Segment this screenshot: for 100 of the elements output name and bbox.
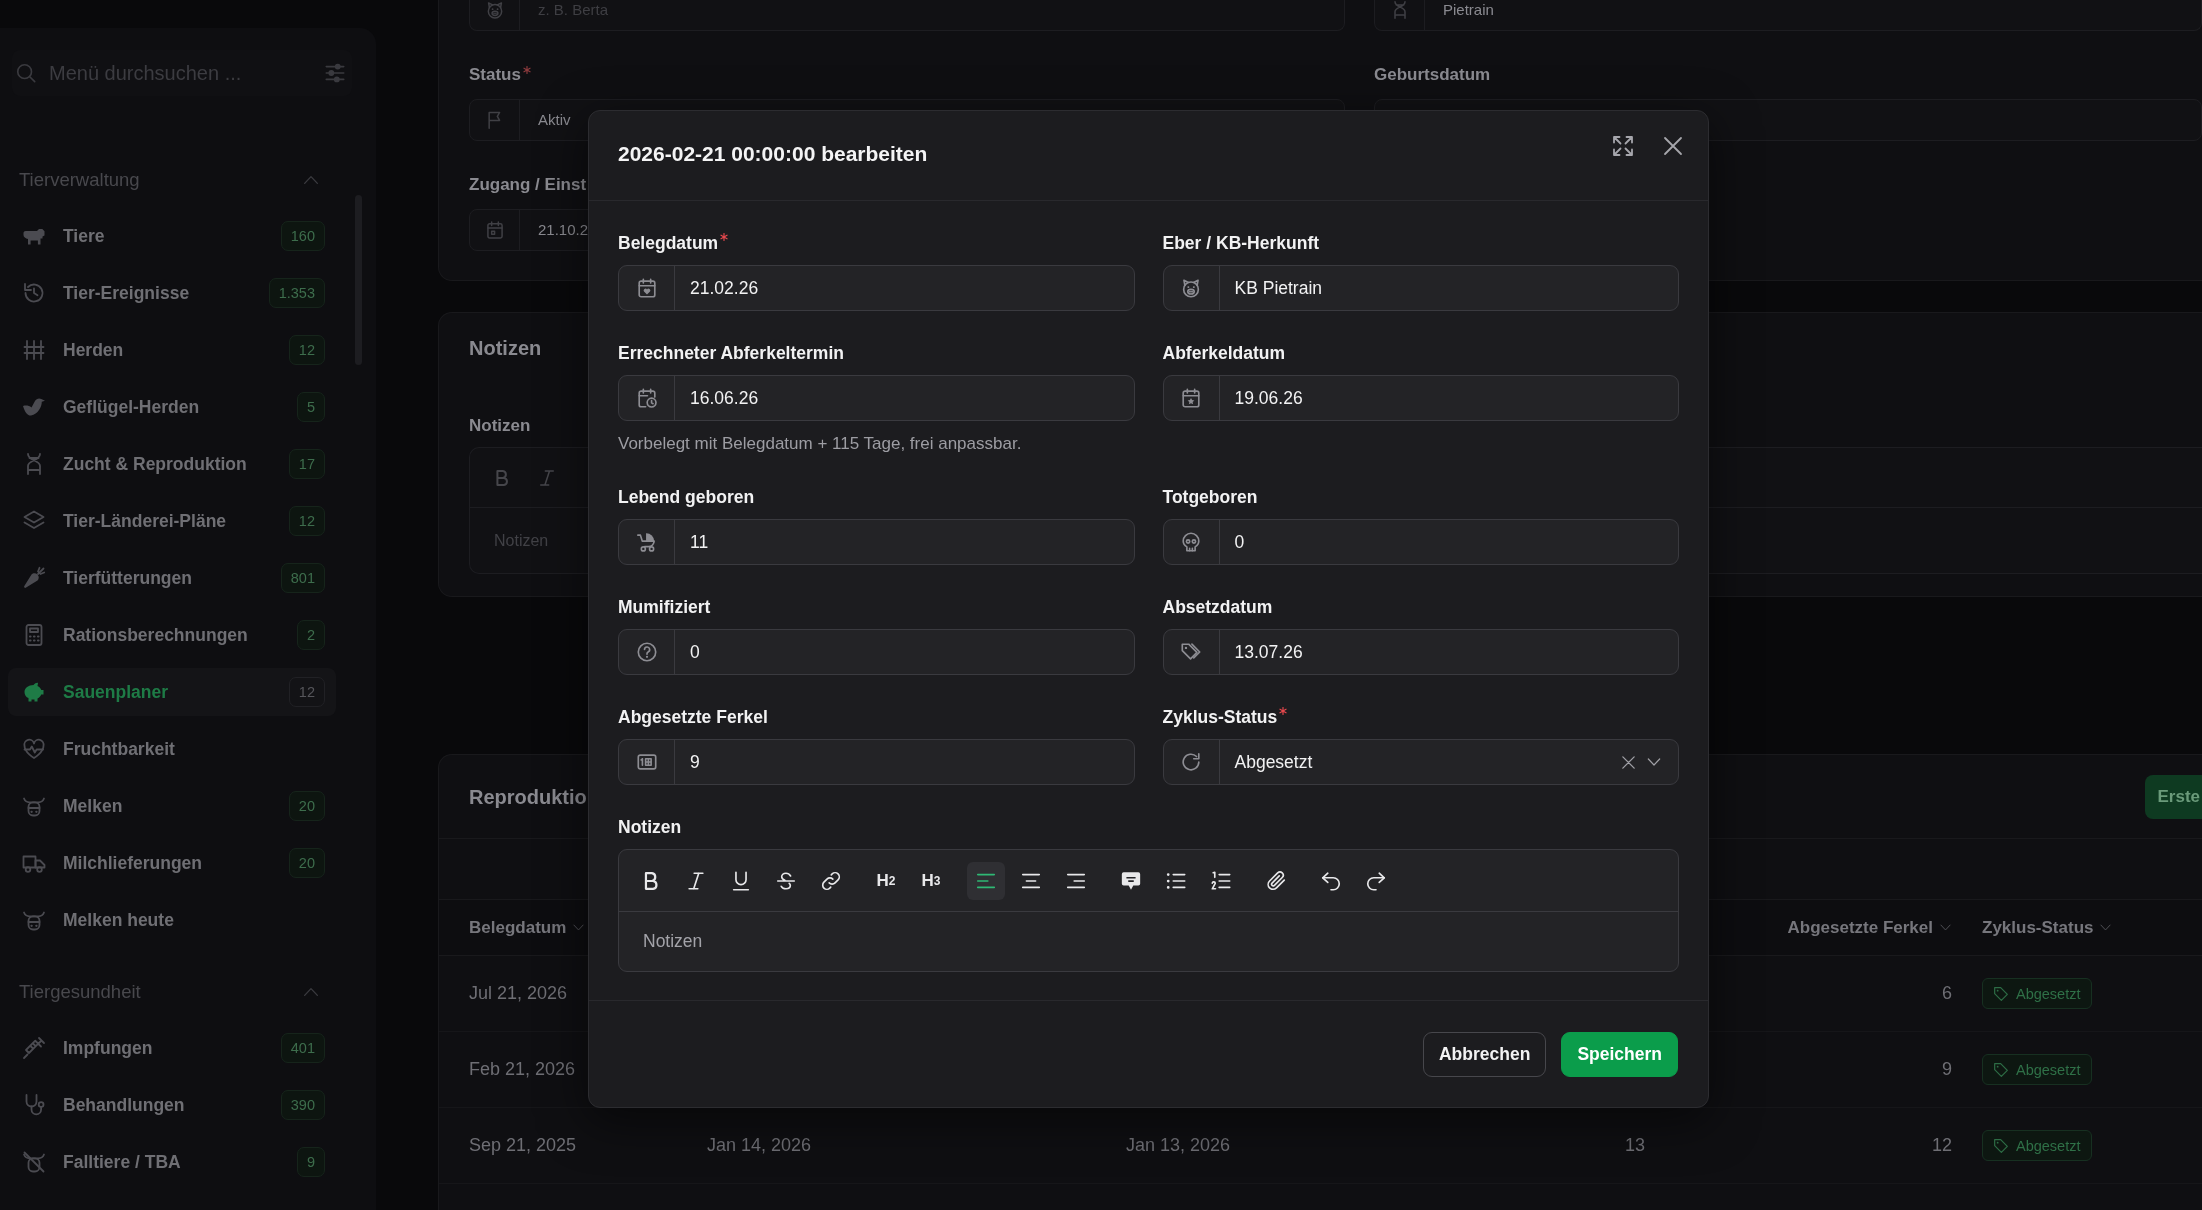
field-label: Notizen: [618, 817, 682, 837]
section-title: Tiergesundheit: [19, 981, 141, 1003]
field-label: Absetzdatum: [1162, 597, 1273, 617]
clear-icon[interactable]: [1620, 753, 1637, 771]
field-label: Eber / KB-Herkunft: [1162, 233, 1320, 253]
field-label: Lebend geboren: [618, 487, 755, 507]
section-title: Tierverwaltung: [19, 169, 140, 191]
sidebar-item[interactable]: Impfungen 401: [8, 1024, 336, 1072]
sidebar-item[interactable]: Zucht & Reproduktion 17: [8, 440, 336, 488]
syringe-icon: [22, 1036, 46, 1060]
count-badge: 2: [296, 620, 325, 650]
field-label: Geburtsdatum: [1374, 65, 1491, 85]
input-field[interactable]: 0: [618, 629, 1135, 675]
input-field[interactable]: 21.02.26: [618, 265, 1135, 311]
field-label: Abgesetzte Ferkel: [618, 707, 768, 727]
sidebar-item[interactable]: Fruchtbarkeit: [8, 725, 336, 773]
number-card-icon: [635, 751, 658, 773]
create-button[interactable]: Erste: [2145, 774, 2202, 819]
sidebar-item[interactable]: Sauenplaner 12: [8, 668, 336, 716]
editor-field[interactable]: Notizen: [619, 912, 1678, 971]
input-field[interactable]: 9: [618, 739, 1135, 785]
count-badge: 9: [296, 1147, 325, 1177]
sidebar-item[interactable]: Falltiere / TBA 9: [8, 1138, 336, 1186]
search-icon: [15, 62, 37, 84]
field-label: Notizen: [469, 416, 531, 436]
numbered-list-icon: [1210, 869, 1232, 892]
underline-icon: [730, 869, 752, 892]
expand-icon[interactable]: [1611, 134, 1635, 158]
sidebar-item[interactable]: Tierfütterungen 801: [8, 554, 336, 602]
table-cell: 13: [1624, 1135, 1645, 1156]
field-label: Errechneter Abferkeltermin: [618, 343, 844, 363]
count-badge: 20: [288, 848, 325, 878]
calendar-icon: [484, 220, 505, 240]
column-header[interactable]: Belegdatum: [469, 917, 586, 938]
strikethrough-icon: [775, 869, 797, 892]
sidebar-item[interactable]: Tier-Länderei-Pläne 12: [8, 497, 336, 545]
count-badge: 12: [288, 506, 325, 536]
heart-pulse-icon: [22, 737, 46, 761]
sidebar-item[interactable]: Geflügel-Herden 5: [8, 383, 336, 431]
input-field[interactable]: 16.06.26: [618, 375, 1135, 421]
calendar-clock-icon: [635, 387, 658, 409]
table-cell: 6: [1942, 983, 1952, 1004]
sidebar-item[interactable]: Rationsberechnungen 2: [8, 611, 336, 659]
field-label: Zugang / Einst: [469, 175, 587, 195]
table-cell: Sep 21, 2025: [469, 1135, 577, 1156]
italic-icon: [537, 467, 557, 488]
tag-icon: [1993, 985, 2009, 1002]
count-badge: 801: [280, 563, 325, 593]
field-label: Totgeboren: [1162, 487, 1258, 507]
input-field[interactable]: 13.07.26: [1162, 629, 1679, 675]
stroller-icon: [635, 531, 658, 553]
count-badge: 390: [280, 1090, 325, 1120]
input-field[interactable]: 11: [618, 519, 1135, 565]
count-badge: 12: [288, 335, 325, 365]
help-text: Vorbelegt mit Belegdatum + 115 Tage, frei anpassbar.: [618, 433, 1023, 455]
input-field[interactable]: KB Pietrain: [1162, 265, 1679, 311]
close-icon[interactable]: [1661, 134, 1685, 158]
sidebar-item[interactable]: Tiere 160: [8, 212, 336, 260]
sidebar-item[interactable]: Melken heute: [8, 896, 336, 944]
card-title: Reproduktio: [469, 784, 587, 809]
save-button[interactable]: Speichern: [1561, 1031, 1678, 1077]
fence-icon: [22, 338, 46, 362]
column-header[interactable]: Abgesetzte Ferkel: [1787, 917, 1952, 938]
cancel-button[interactable]: Abbrechen: [1422, 1031, 1547, 1077]
input-field[interactable]: 19.06.26: [1162, 375, 1679, 421]
card-title: Notizen: [469, 336, 542, 360]
count-badge: 20: [288, 791, 325, 821]
table-cell: Jan 14, 2026: [707, 1135, 812, 1156]
sidebar-item[interactable]: Behandlungen 390: [8, 1081, 336, 1129]
count-badge: 5: [296, 392, 325, 422]
count-badge: 12: [288, 677, 325, 707]
sidebar-item[interactable]: Melken 20: [8, 782, 336, 830]
count-badge: 17: [288, 449, 325, 479]
align-left-button[interactable]: [967, 861, 1005, 900]
count-badge: 401: [280, 1033, 325, 1063]
carrot-icon: [22, 566, 46, 590]
undo-icon: [1320, 869, 1342, 892]
status-text: Abgesetzt: [2016, 1061, 2081, 1078]
paperclip-icon: [1265, 869, 1287, 892]
column-header[interactable]: Zyklus-Status: [1982, 917, 2113, 938]
table-cell: Jan 13, 2026: [1126, 1135, 1231, 1156]
sidebar-item[interactable]: Tier-Ereignisse 1.353: [8, 269, 336, 317]
field-label: Zyklus-Status: [1162, 707, 1278, 727]
status-text: Abgesetzt: [2016, 1137, 2081, 1154]
dialog-title: 2026-02-21 00:00:00 bearbeiten: [618, 141, 928, 167]
input-field[interactable]: 0: [1162, 519, 1679, 565]
table-cell: 9: [1942, 1059, 1952, 1080]
count-badge: 1.353: [268, 278, 325, 308]
history-icon: [22, 281, 46, 305]
table-cell: Jul 21, 2026: [469, 983, 568, 1004]
count-badge: 160: [280, 221, 325, 251]
input-field[interactable]: Pietrain: [1374, 0, 2202, 31]
sidebar-item[interactable]: Herden 12: [8, 326, 336, 374]
field-label: Mumifiziert: [618, 597, 711, 617]
field-label: Status: [469, 65, 521, 85]
field-label: Abferkeldatum: [1162, 343, 1286, 363]
italic-icon: [685, 869, 707, 892]
select-field[interactable]: Abgesetzt: [1162, 739, 1679, 785]
table-cell: Feb 21, 2026: [469, 1059, 576, 1080]
sidebar-item[interactable]: Milchlieferungen 20: [8, 839, 336, 887]
